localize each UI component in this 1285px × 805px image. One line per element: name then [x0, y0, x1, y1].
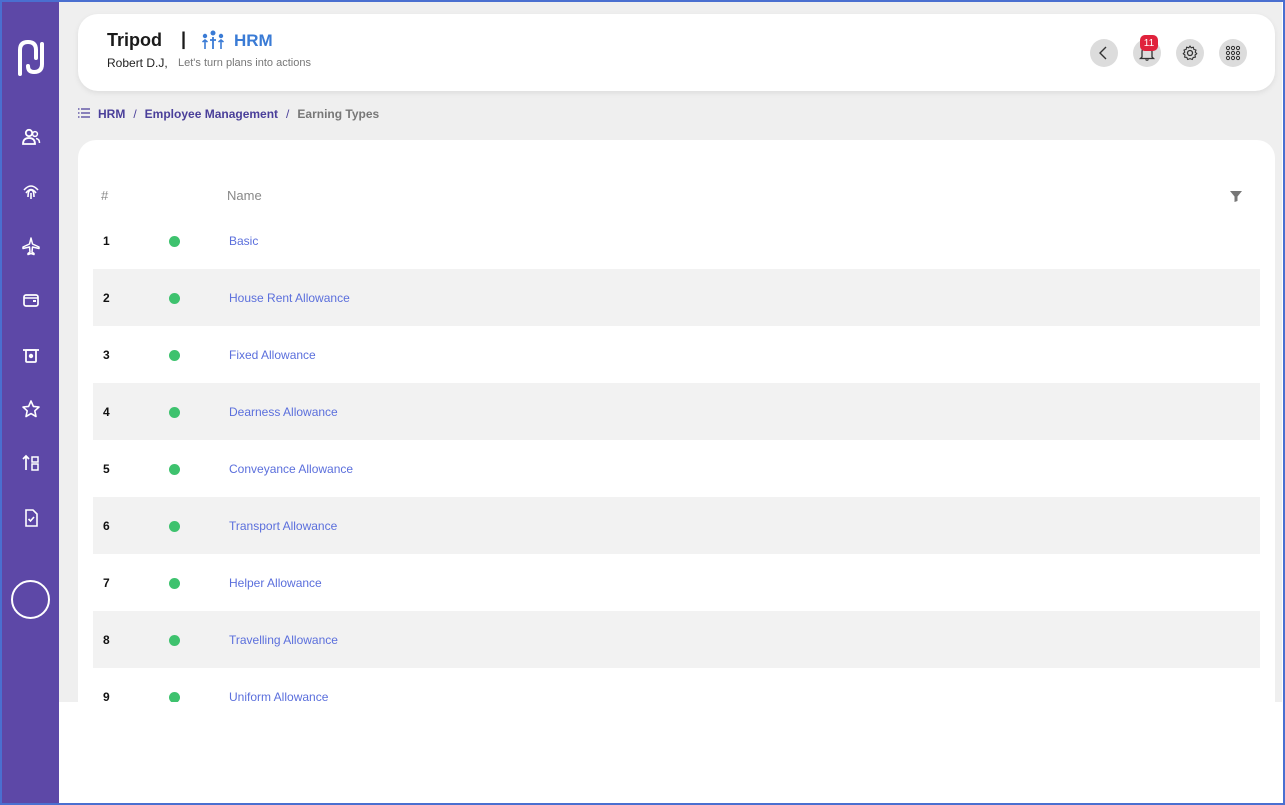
- table-row[interactable]: 7 Helper Allowance: [93, 554, 1260, 611]
- team-icon: [201, 29, 225, 51]
- fingerprint-icon[interactable]: [20, 180, 42, 202]
- status-dot: [169, 235, 180, 247]
- table-row[interactable]: 2 House Rent Allowance: [93, 269, 1260, 326]
- row-number: 1: [103, 233, 110, 248]
- row-number: 6: [103, 518, 110, 533]
- earning-type-link[interactable]: House Rent Allowance: [229, 291, 350, 305]
- status-dot: [169, 520, 180, 532]
- row-number: 5: [103, 461, 110, 476]
- grid-icon: [1225, 45, 1241, 61]
- earning-type-link[interactable]: Transport Allowance: [229, 519, 337, 533]
- notification-badge: 11: [1140, 35, 1158, 51]
- status-dot: [169, 634, 180, 646]
- wallet-icon[interactable]: [20, 289, 42, 311]
- users-icon[interactable]: [20, 126, 42, 148]
- row-number: 3: [103, 347, 110, 362]
- earning-type-link[interactable]: Dearness Allowance: [229, 405, 338, 419]
- sidebar: [2, 2, 59, 803]
- breadcrumb-employee-management[interactable]: Employee Management: [145, 107, 278, 121]
- status-dot: [169, 292, 180, 304]
- document-check-icon[interactable]: [20, 507, 42, 529]
- breadcrumb-separator: /: [286, 107, 290, 121]
- earning-type-link[interactable]: Conveyance Allowance: [229, 462, 353, 476]
- earning-type-link[interactable]: Fixed Allowance: [229, 348, 316, 362]
- top-header: Tripod | HRM Robert D.J, Let's turn plan…: [78, 14, 1275, 91]
- avatar[interactable]: [11, 580, 50, 619]
- table-row[interactable]: 8 Travelling Allowance: [93, 611, 1260, 668]
- back-button[interactable]: [1090, 39, 1118, 67]
- table-row[interactable]: 5 Conveyance Allowance: [93, 440, 1260, 497]
- table-row[interactable]: 6 Transport Allowance: [93, 497, 1260, 554]
- table-row[interactable]: 1 Basic: [93, 212, 1260, 269]
- earning-type-link[interactable]: Travelling Allowance: [229, 633, 338, 647]
- earning-types-table: # Name 1 Basic 2 House Rent Allowance 3 …: [78, 140, 1275, 702]
- status-dot: [169, 406, 180, 418]
- row-number: 9: [103, 689, 110, 703]
- row-number: 4: [103, 404, 110, 419]
- breadcrumb-earning-types: Earning Types: [297, 107, 380, 121]
- earning-type-link[interactable]: Basic: [229, 234, 258, 248]
- atm-icon[interactable]: [20, 344, 42, 366]
- row-number: 8: [103, 632, 110, 647]
- app-logo-icon[interactable]: [14, 38, 48, 80]
- breadcrumb-separator: /: [133, 107, 137, 121]
- app-name: Tripod: [107, 30, 162, 50]
- filter-icon[interactable]: [1228, 188, 1244, 204]
- status-dot: [169, 691, 180, 702]
- status-dot: [169, 577, 180, 589]
- row-number: 7: [103, 575, 110, 590]
- gear-icon: [1182, 45, 1198, 61]
- table-row[interactable]: 4 Dearness Allowance: [93, 383, 1260, 440]
- chevron-left-icon: [1099, 46, 1107, 60]
- settings-button[interactable]: [1176, 39, 1204, 67]
- table-row[interactable]: 9 Uniform Allowance: [93, 668, 1260, 702]
- header-separator: |: [181, 29, 187, 49]
- breadcrumb-hrm[interactable]: HRM: [98, 107, 125, 121]
- module-name[interactable]: HRM: [234, 31, 273, 51]
- plane-icon[interactable]: [20, 235, 42, 257]
- column-header-number: #: [101, 188, 109, 203]
- list-icon: [78, 107, 90, 121]
- column-header-name[interactable]: Name: [227, 188, 262, 203]
- status-dot: [169, 463, 180, 475]
- user-name: Robert D.J,: [107, 56, 168, 70]
- row-number: 2: [103, 290, 110, 305]
- apps-button[interactable]: [1219, 39, 1247, 67]
- earning-type-link[interactable]: Helper Allowance: [229, 576, 322, 590]
- star-icon[interactable]: [20, 398, 42, 420]
- table-row[interactable]: 3 Fixed Allowance: [93, 326, 1260, 383]
- tagline: Let's turn plans into actions: [178, 57, 311, 69]
- breadcrumb: HRM / Employee Management / Earning Type…: [78, 107, 379, 121]
- sort-icon[interactable]: [20, 452, 42, 474]
- earning-type-link[interactable]: Uniform Allowance: [229, 690, 328, 703]
- status-dot: [169, 349, 180, 361]
